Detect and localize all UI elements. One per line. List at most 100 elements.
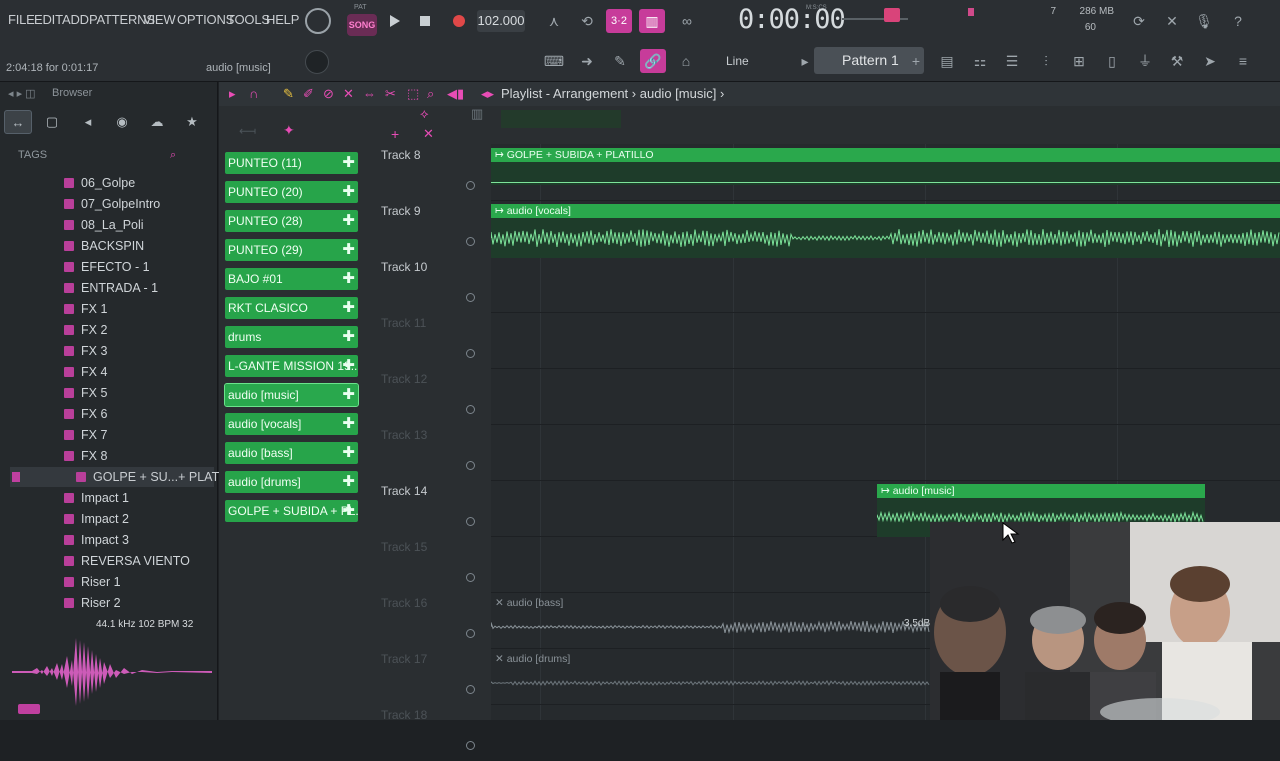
browser-item[interactable]: Impact 2 [64,509,129,529]
browser-tab-cloud[interactable]: ☁ [143,110,171,134]
browser-nav-icons[interactable]: ◂ ▸ ◫ [8,87,36,100]
browser-item[interactable]: Impact 1 [64,488,129,508]
add-pattern-icon[interactable]: ✚ [342,326,355,348]
paint-tool-icon[interactable]: ✐ [303,86,314,102]
browser-item[interactable]: FX 7 [64,425,107,445]
magnet-snap-icon[interactable]: ∩ [249,86,258,101]
pattern-item[interactable]: audio [bass] ✚ [225,442,358,464]
snap-selector[interactable]: Line [726,54,749,68]
browser-item[interactable]: ENTRADA - 1 [64,278,158,298]
playlist-compass-icon[interactable]: ✦ [283,122,295,139]
menu-file[interactable]: FILE [8,12,35,27]
menu-button[interactable]: ≡ [1230,49,1256,73]
song-mode-button[interactable]: SONG [347,14,377,36]
track-header[interactable]: Track 13 [381,428,491,442]
pattern-item[interactable]: PUNTEO (29) ✚ [225,239,358,261]
wrench-button[interactable]: ⚒ [1164,49,1190,73]
record-button[interactable] [446,9,472,33]
pattern-item[interactable]: PUNTEO (20) ✚ [225,181,358,203]
next-button[interactable]: ➜ [574,49,600,73]
menu-help[interactable]: HELP [266,12,299,27]
browser-tab-files[interactable]: ▢ [38,110,66,134]
add-pattern-icon[interactable]: ✚ [342,471,355,493]
wait-input-button[interactable]: ⟲ [574,9,600,33]
piano-roll-button[interactable]: ⌨ [541,49,567,73]
online-button[interactable]: ⟳ [1126,9,1152,33]
browser-tab-db[interactable]: ◉ [108,110,136,134]
browser-tab-all[interactable]: ↔ [4,110,32,134]
track-header[interactable]: Track 16 [381,596,491,610]
browser-item[interactable]: FX 4 [64,362,107,382]
add-pattern-icon[interactable]: ✚ [342,268,355,290]
pattern-item[interactable]: audio [drums] ✚ [225,471,358,493]
countdown-button[interactable]: 3·2 [606,9,632,33]
step-seq-button[interactable]: ⚏ [967,49,993,73]
arrangement-arrow-icon[interactable]: ◂▸ [481,86,494,102]
plugin-button[interactable]: ⏚ [1132,49,1158,73]
pattern-item[interactable]: audio [music] ✚ [224,383,359,407]
menu-view[interactable]: VIEW [143,12,176,27]
timeline-scroll-region[interactable] [501,110,621,128]
pattern-item[interactable]: PUNTEO (28) ✚ [225,210,358,232]
browser-item[interactable]: FX 2 [64,320,107,340]
track-mute-led[interactable] [466,573,475,582]
piano-icon[interactable]: ▥ [471,106,483,122]
browser-item[interactable]: Riser 1 [64,572,121,592]
track-mute-led[interactable] [466,237,475,246]
browser-tab-plugins[interactable]: ◂ [74,110,102,134]
magnet-button[interactable]: ⌂ [673,49,699,73]
add-pattern-icon[interactable]: ✚ [342,384,355,406]
pencil-tool-button[interactable]: ✎ [607,49,633,73]
pattern-item[interactable]: audio [vocals] ✚ [225,413,358,435]
delete-tool-icon[interactable]: ⊘ [323,86,334,102]
clip-track8[interactable]: ↦ GOLPE + SUBIDA + PLATILLO [491,148,1280,185]
track-mute-led[interactable] [466,741,475,750]
browser-item[interactable]: FX 8 [64,446,107,466]
track-header[interactable]: Track 10 [381,260,491,274]
pattern-item[interactable]: RKT CLASICO ✚ [225,297,358,319]
pattern-item[interactable]: BAJO #01 ✚ [225,268,358,290]
clip-track9[interactable]: ↦ audio [vocals] [491,204,1280,258]
draw-tool-icon[interactable]: ✎ [283,86,294,102]
track-header[interactable]: Track 17 [381,652,491,666]
add-pattern-icon[interactable]: ✚ [342,152,355,174]
track-header[interactable]: Track 8 [381,148,491,162]
mute-tool-icon[interactable]: ✕ [343,86,354,102]
track-mute-led[interactable] [466,181,475,190]
add-pattern-icon[interactable]: ✚ [342,442,355,464]
send-button[interactable]: ➤ [1197,49,1223,73]
browser-item[interactable]: FX 6 [64,404,107,424]
slip-tool-icon[interactable]: ⇔ [363,86,376,101]
track-header[interactable]: Track 14 [381,484,491,498]
track-header[interactable]: Track 9 [381,204,491,218]
add-pattern-icon[interactable]: ✚ [342,297,355,319]
track-mute-led[interactable] [466,461,475,470]
loop-record-button[interactable]: ∞ [674,9,700,33]
browser-item[interactable]: Riser 2 [64,593,121,613]
pitch-slider-handle[interactable] [884,8,900,22]
track-header[interactable]: Track 11 [381,316,491,330]
preview-play-button[interactable] [18,704,40,714]
track-mute-led[interactable] [466,405,475,414]
menu-tools[interactable]: TOOLS [227,12,270,27]
browser-search-icon[interactable]: ⌕ [170,149,176,162]
project-button[interactable]: ▯ [1099,49,1125,73]
master-pitch-knob[interactable] [305,50,329,74]
track-header[interactable]: Track 12 [381,372,491,386]
browser-item[interactable]: FX 5 [64,383,107,403]
menu-add[interactable]: ADD [62,12,89,27]
track-mute-led[interactable] [466,349,475,358]
select-tool-icon[interactable]: ⬚ [407,86,419,102]
blend-notes-button[interactable]: ▥ [639,9,665,33]
browser-item[interactable]: 06_Golpe [64,173,135,193]
nudge-icon[interactable]: ⟡ [420,106,429,122]
record-audio-button[interactable]: 🎙 [1191,9,1217,33]
slice-tool-icon[interactable]: ✂ [385,86,396,102]
browser-item[interactable]: EFECTO - 1 [64,257,150,277]
browser-toggle-button[interactable]: ⊞ [1066,49,1092,73]
menu-options[interactable]: OPTIONS [177,12,234,27]
pattern-item[interactable]: PUNTEO (11) ✚ [225,152,358,174]
add-pattern-icon[interactable]: ✚ [342,210,355,232]
pattern-item[interactable]: drums ✚ [225,326,358,348]
add-track-icon[interactable]: + [391,126,399,142]
